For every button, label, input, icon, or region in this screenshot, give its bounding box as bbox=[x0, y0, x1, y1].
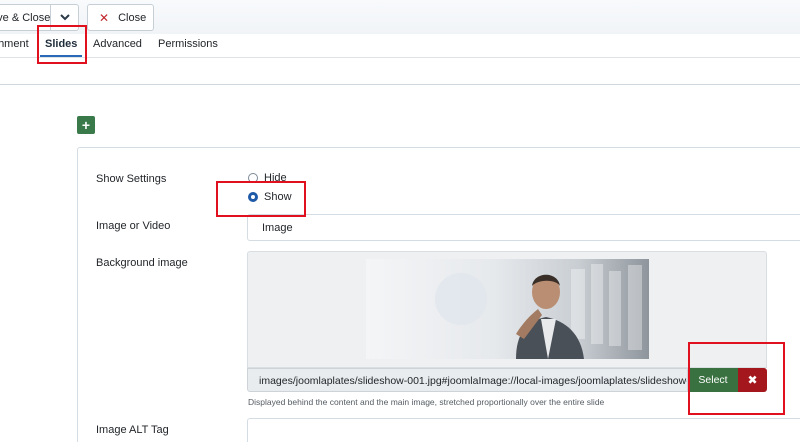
add-slide-button[interactable]: + bbox=[77, 116, 95, 134]
background-image-path-field[interactable]: images/joomlaplates/slideshow-001.jpg#jo… bbox=[247, 368, 688, 392]
save-close-button[interactable]: Save & Close bbox=[0, 12, 50, 24]
background-image-label: Background image bbox=[96, 257, 188, 269]
x-icon: ✕ bbox=[99, 10, 110, 25]
background-image-help-text: Displayed behind the content and the mai… bbox=[248, 397, 605, 407]
image-alt-label: Image ALT Tag bbox=[96, 424, 169, 436]
tab-permissions[interactable]: Permissions bbox=[158, 38, 218, 50]
toolbar: Save & Close ✕ Close bbox=[0, 0, 800, 34]
background-image-preview bbox=[366, 259, 649, 359]
image-or-video-label: Image or Video bbox=[96, 220, 171, 232]
close-button-label: Close bbox=[118, 11, 147, 24]
image-alt-input[interactable] bbox=[247, 418, 800, 442]
highlight-slides-tab bbox=[37, 25, 87, 64]
image-or-video-select[interactable]: Image bbox=[247, 214, 800, 241]
tab-advanced[interactable]: Advanced bbox=[93, 38, 142, 50]
section-divider bbox=[0, 84, 800, 85]
close-button[interactable]: ✕ Close bbox=[87, 4, 154, 31]
tab-bar: Attachment Slides Advanced Permissions bbox=[0, 34, 800, 58]
tab-attachment[interactable]: Attachment bbox=[0, 38, 29, 50]
highlight-show-option bbox=[216, 181, 306, 217]
chevron-down-icon bbox=[59, 14, 70, 21]
editor-page: Save & Close ✕ Close Attachment Slides A… bbox=[0, 0, 800, 442]
show-settings-label: Show Settings bbox=[96, 173, 167, 185]
highlight-select-buttons bbox=[688, 342, 785, 415]
